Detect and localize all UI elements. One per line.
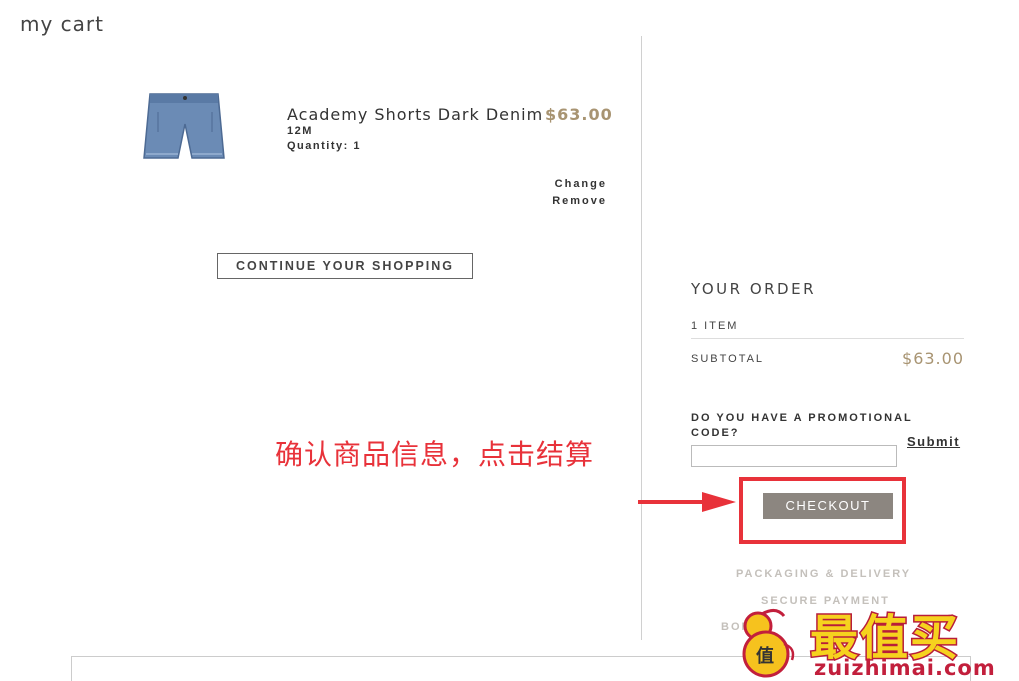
mascot-label: 值 <box>756 645 774 667</box>
subtotal-value: $63.00 <box>902 349 964 368</box>
order-title: YOUR ORDER <box>691 280 816 298</box>
item-count: 1 ITEM <box>691 320 739 332</box>
product-price: $63.00 <box>545 105 613 124</box>
promo-code-label: DO YOU HAVE A PROMOTIONAL CODE? <box>691 412 913 439</box>
watermark-logo: 值 最值买 zuizhimai.com <box>728 598 1019 681</box>
watermark-url: zuizhimai.com <box>814 656 996 680</box>
subtotal-label: SUBTOTAL <box>691 353 765 365</box>
gourd-mascot-icon: 值 <box>742 609 795 678</box>
product-image[interactable] <box>128 72 244 184</box>
remove-link[interactable]: Remove <box>552 195 607 207</box>
product-quantity: Quantity: 1 <box>287 140 361 152</box>
summary-divider <box>691 338 964 339</box>
annotation-text: 确认商品信息，点击结算 <box>275 438 595 471</box>
column-divider <box>641 36 642 640</box>
promo-submit-link[interactable]: Submit <box>907 434 960 449</box>
arrow-right-icon <box>638 492 736 512</box>
packaging-delivery-link[interactable]: PACKAGING & DELIVERY <box>736 568 911 580</box>
product-name[interactable]: Academy Shorts Dark Denim <box>287 105 543 124</box>
checkout-button[interactable]: CHECKOUT <box>763 493 893 519</box>
continue-shopping-button[interactable]: CONTINUE YOUR SHOPPING <box>217 253 473 279</box>
product-size: 12M <box>287 125 313 137</box>
promo-code-input[interactable] <box>691 445 897 467</box>
page-title: my cart <box>20 12 104 36</box>
denim-shorts-image <box>143 93 225 159</box>
change-link[interactable]: Change <box>555 178 607 190</box>
